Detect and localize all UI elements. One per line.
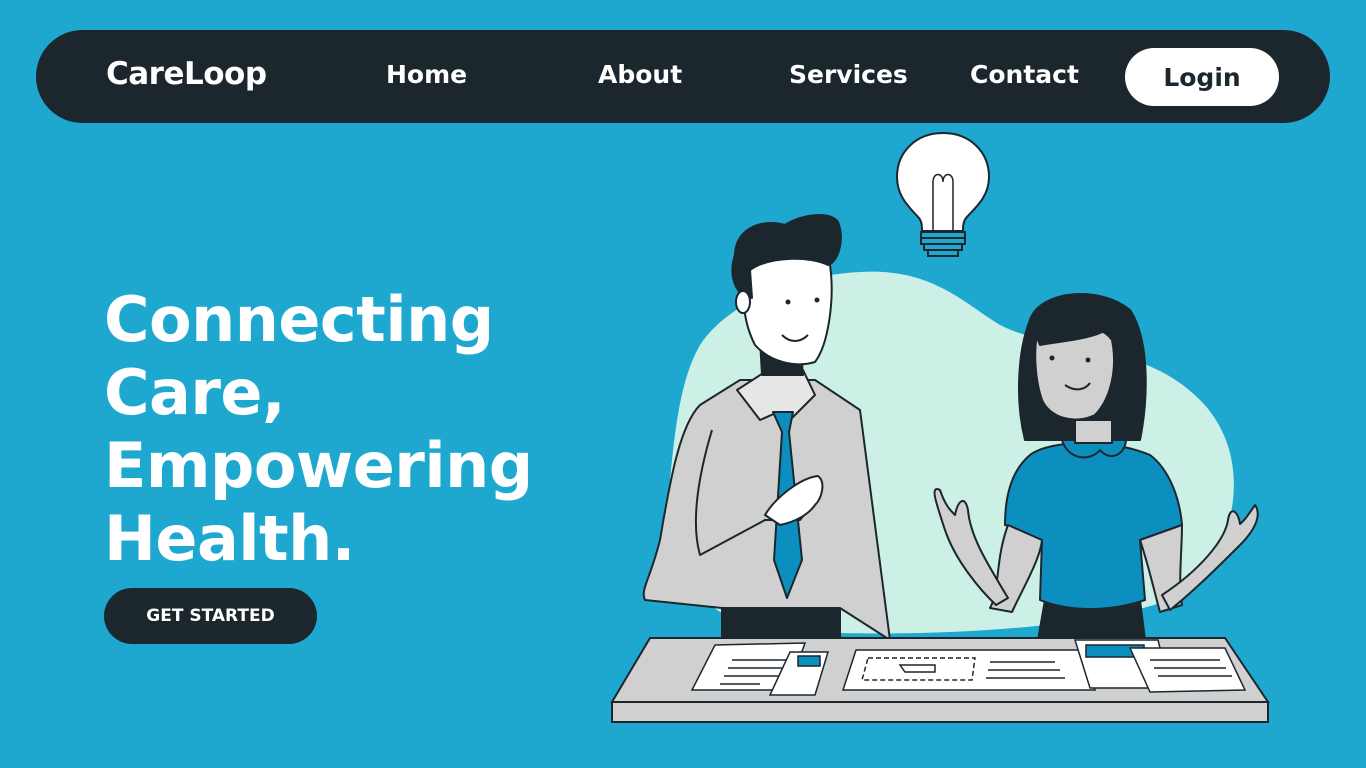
top-navbar: CareLoop Home About Services Contact Log… [36, 30, 1330, 123]
nav-link-about[interactable]: About [598, 60, 682, 89]
nav-link-contact[interactable]: Contact [970, 60, 1079, 89]
login-button[interactable]: Login [1125, 48, 1279, 106]
brand-logo[interactable]: CareLoop [106, 56, 267, 92]
lightbulb-icon [895, 131, 991, 257]
headline-line-1: Connecting [104, 283, 494, 356]
hero-illustration [610, 131, 1270, 723]
headline-line-2: Care, [104, 356, 286, 429]
hero-headline: Connecting Care, Empowering Health. [104, 283, 584, 575]
headline-line-3: Empowering [104, 429, 533, 502]
headline-line-4: Health. [104, 502, 355, 575]
nav-link-services[interactable]: Services [789, 60, 908, 89]
nav-link-home[interactable]: Home [386, 60, 467, 89]
get-started-button[interactable]: GET STARTED [104, 588, 317, 644]
